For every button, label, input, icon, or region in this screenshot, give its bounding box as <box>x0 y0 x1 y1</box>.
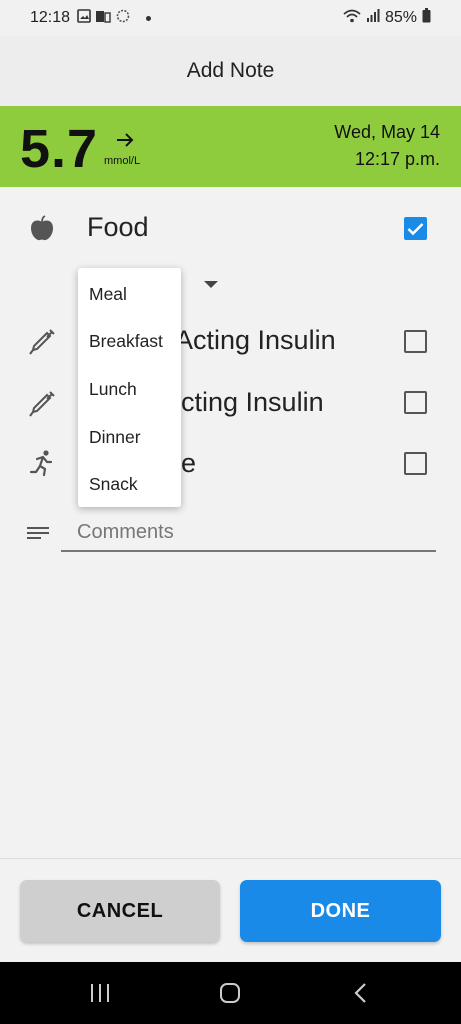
syringe-icon <box>28 390 56 418</box>
exercise-label: e <box>181 448 197 478</box>
screen-header: Add Note <box>0 36 461 106</box>
menu-item-lunch[interactable]: Lunch <box>89 379 137 400</box>
status-bar: 12:18 85% <box>0 0 461 36</box>
exercise-checkbox[interactable] <box>404 452 427 475</box>
back-icon[interactable] <box>330 962 390 1024</box>
long-insulin-label: cting Insulin <box>181 387 324 417</box>
menu-item-snack[interactable]: Snack <box>89 474 138 495</box>
long-insulin-checkbox[interactable] <box>404 391 427 414</box>
glucose-unit: mmol/L <box>104 155 141 167</box>
rapid-insulin-label: Acting Insulin <box>175 325 336 355</box>
food-label: Food <box>87 212 149 242</box>
glucose-banner: 5.7 mmol/L Wed, May 14 12:17 p.m. <box>0 106 461 187</box>
page-title: Add Note <box>186 59 275 82</box>
apple-icon <box>28 214 56 242</box>
arrow-right-icon <box>115 132 135 153</box>
battery-icon <box>422 8 431 28</box>
glucose-value: 5.7 <box>20 119 99 179</box>
rapid-insulin-checkbox[interactable] <box>404 330 427 353</box>
glucose-date: Wed, May 14 <box>334 122 440 142</box>
home-icon[interactable] <box>200 962 260 1024</box>
status-time: 12:18 <box>30 9 71 26</box>
sync-icon <box>115 8 131 29</box>
gallery-icon <box>77 8 91 28</box>
recent-apps-icon[interactable] <box>70 962 130 1024</box>
device-icon <box>95 9 111 28</box>
syringe-icon <box>28 328 56 356</box>
menu-item-meal[interactable]: Meal <box>89 284 127 305</box>
menu-item-dinner[interactable]: Dinner <box>89 427 141 448</box>
glucose-time: 12:17 p.m. <box>354 149 440 169</box>
done-button[interactable]: DONE <box>240 880 441 942</box>
footer-divider <box>0 858 461 859</box>
menu-item-breakfast[interactable]: Breakfast <box>89 331 163 352</box>
food-checkbox[interactable] <box>404 217 427 240</box>
running-icon <box>28 449 56 477</box>
system-nav-bar <box>0 962 461 1024</box>
comments-underline <box>61 550 436 552</box>
wifi-icon <box>343 9 361 28</box>
notification-dot <box>146 15 152 21</box>
meal-type-menu: Meal Breakfast Lunch Dinner Snack <box>78 268 181 507</box>
meal-type-dropdown-arrow[interactable] <box>204 281 218 288</box>
comments-input[interactable]: Comments <box>77 521 174 544</box>
signal-icon <box>366 8 380 28</box>
battery-level: 85% <box>384 9 417 26</box>
notes-icon <box>24 519 52 547</box>
cancel-button[interactable]: CANCEL <box>20 880 220 942</box>
